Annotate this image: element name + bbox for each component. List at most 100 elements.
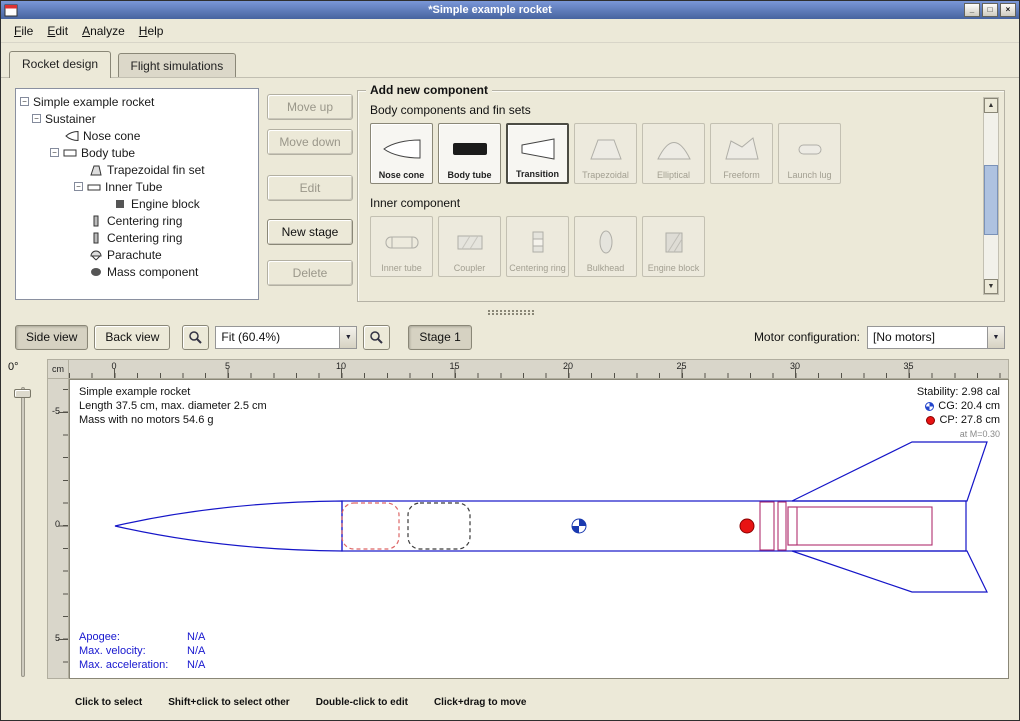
- hint-click-drag: Click+drag to move: [434, 697, 527, 708]
- maximize-button[interactable]: □: [982, 3, 998, 17]
- tree-item-inner-tube[interactable]: − Inner Tube: [16, 178, 258, 195]
- minimize-button[interactable]: _: [964, 3, 980, 17]
- stage1-toggle-button[interactable]: Stage 1: [408, 325, 471, 350]
- flight-info: Apogee:N/A Max. velocity:N/A Max. accele…: [79, 630, 205, 672]
- splitter-grip-icon[interactable]: [488, 310, 534, 315]
- collapse-icon[interactable]: −: [50, 148, 59, 157]
- component-panel-scrollbar[interactable]: ▲ ▼: [983, 97, 999, 295]
- chevron-down-icon[interactable]: ▼: [987, 327, 1004, 348]
- inner-component-buttons: Inner tube Coupler Centering ring Bulkhe…: [370, 216, 1004, 277]
- collapse-icon[interactable]: −: [20, 97, 29, 106]
- tab-flight-simulations[interactable]: Flight simulations: [118, 53, 237, 77]
- centering-ring-shape[interactable]: [778, 502, 786, 550]
- tree-item-nose-cone[interactable]: Nose cone: [16, 127, 258, 144]
- rocket-mass: Mass with no motors 54.6 g: [79, 413, 267, 427]
- cg-legend-icon: [925, 402, 934, 411]
- rocket-info: Simple example rocket Length 37.5 cm, ma…: [79, 385, 267, 427]
- cg-marker: [572, 519, 586, 533]
- apogee-value: N/A: [187, 630, 205, 644]
- panel-splitter[interactable]: [1, 307, 1019, 319]
- menu-edit[interactable]: Edit: [40, 21, 75, 41]
- add-transition-button[interactable]: Transition: [506, 123, 569, 184]
- zoom-combo[interactable]: Fit (60.4%) ▼: [215, 326, 357, 349]
- collapse-icon[interactable]: −: [32, 114, 41, 123]
- tree-item-rocket[interactable]: − Simple example rocket: [16, 93, 258, 110]
- mass-component-shape[interactable]: [408, 503, 470, 549]
- new-stage-button[interactable]: New stage: [267, 219, 353, 245]
- cp-value: CP: 27.8 cm: [939, 413, 1000, 427]
- close-button[interactable]: ×: [1000, 3, 1016, 17]
- centering-ring-icon: [89, 232, 103, 244]
- hint-click-select: Click to select: [75, 697, 142, 708]
- add-body-tube-button[interactable]: Body tube: [438, 123, 501, 184]
- rocket-canvas[interactable]: Simple example rocket Length 37.5 cm, ma…: [69, 379, 1009, 679]
- tree-item-mass-component[interactable]: Mass component: [16, 263, 258, 280]
- engine-block-icon: [113, 198, 127, 210]
- scroll-up-icon[interactable]: ▲: [984, 98, 998, 113]
- tree-item-sustainer[interactable]: − Sustainer: [16, 110, 258, 127]
- bulkhead-icon: [586, 220, 626, 263]
- nose-cone-shape[interactable]: [115, 501, 342, 551]
- engine-block-shape[interactable]: [788, 507, 797, 545]
- horizontal-ruler: 0 5 10 15 20 25 30 35: [69, 359, 1009, 379]
- motor-configuration-combo[interactable]: [No motors] ▼: [867, 326, 1005, 349]
- fin-set-icon: [89, 164, 103, 176]
- back-view-button[interactable]: Back view: [94, 325, 170, 350]
- window-title: *Simple example rocket: [18, 1, 962, 19]
- mach-condition: at M=0.30: [917, 427, 1000, 441]
- tree-item-centering-ring-1[interactable]: Centering ring: [16, 212, 258, 229]
- menu-help[interactable]: Help: [132, 21, 171, 41]
- titlebar[interactable]: *Simple example rocket _ □ ×: [1, 1, 1019, 19]
- delete-button: Delete: [267, 260, 353, 286]
- mass-component-icon: [89, 266, 103, 278]
- tree-item-fin-set[interactable]: Trapezoidal fin set: [16, 161, 258, 178]
- rotation-slider[interactable]: [21, 387, 25, 677]
- lower-fin-shape[interactable]: [792, 551, 987, 592]
- body-components-label: Body components and fin sets: [370, 103, 1004, 117]
- scrollbar-thumb[interactable]: [984, 165, 998, 236]
- add-trapezoidal-fin-button: Trapezoidal: [574, 123, 637, 184]
- upper-fin-shape[interactable]: [792, 442, 987, 501]
- hint-shift-click: Shift+click to select other: [168, 697, 289, 708]
- tree-item-centering-ring-2[interactable]: Centering ring: [16, 229, 258, 246]
- stability-value: Stability: 2.98 cal: [917, 385, 1000, 399]
- trapezoidal-fin-icon: [586, 127, 626, 170]
- inner-tube-icon: [382, 220, 422, 263]
- zoom-in-button[interactable]: [363, 325, 390, 350]
- side-view-button[interactable]: Side view: [15, 325, 88, 350]
- menu-file[interactable]: File: [7, 21, 40, 41]
- zoom-out-button[interactable]: [182, 325, 209, 350]
- tree-item-parachute[interactable]: Parachute: [16, 246, 258, 263]
- magnifier-icon: [188, 330, 203, 345]
- tree-action-buttons: Move up Move down Edit New stage Delete: [267, 94, 353, 286]
- cg-value: CG: 20.4 cm: [938, 399, 1000, 413]
- window-icon[interactable]: [4, 4, 18, 17]
- elliptical-fin-icon: [654, 127, 694, 170]
- body-tube-shape[interactable]: [342, 501, 966, 551]
- chevron-down-icon[interactable]: ▼: [339, 327, 356, 348]
- engine-block-icon: [654, 220, 694, 263]
- move-down-button: Move down: [267, 129, 353, 155]
- view-toolbar: Side view Back view Fit (60.4%) ▼ Stage …: [15, 323, 1005, 351]
- add-nose-cone-button[interactable]: Nose cone: [370, 123, 433, 184]
- freeform-fin-icon: [722, 127, 762, 170]
- body-tube-icon: [63, 147, 77, 159]
- coupler-icon: [450, 220, 490, 263]
- centering-ring-icon: [518, 220, 558, 263]
- centering-ring-shape[interactable]: [760, 502, 774, 550]
- rocket-figure-area: 0° cm 0 5 10 15 20 25 30 35 -5 0 5: [1, 359, 1019, 691]
- collapse-icon[interactable]: −: [74, 182, 83, 191]
- inner-tube-shape[interactable]: [788, 507, 932, 545]
- add-component-group: Add new component Body components and fi…: [357, 90, 1005, 302]
- vertical-ruler: -5 0 5: [47, 379, 69, 679]
- tree-item-engine-block[interactable]: Engine block: [16, 195, 258, 212]
- nose-cone-icon: [65, 130, 79, 142]
- menu-analyze[interactable]: Analyze: [75, 21, 132, 41]
- add-coupler-button: Coupler: [438, 216, 501, 277]
- transition-icon: [518, 128, 558, 169]
- tree-item-body-tube[interactable]: − Body tube: [16, 144, 258, 161]
- scroll-down-icon[interactable]: ▼: [984, 279, 998, 294]
- rotation-slider-handle[interactable]: [14, 389, 31, 398]
- tab-rocket-design[interactable]: Rocket design: [9, 51, 111, 78]
- parachute-shape[interactable]: [342, 503, 399, 549]
